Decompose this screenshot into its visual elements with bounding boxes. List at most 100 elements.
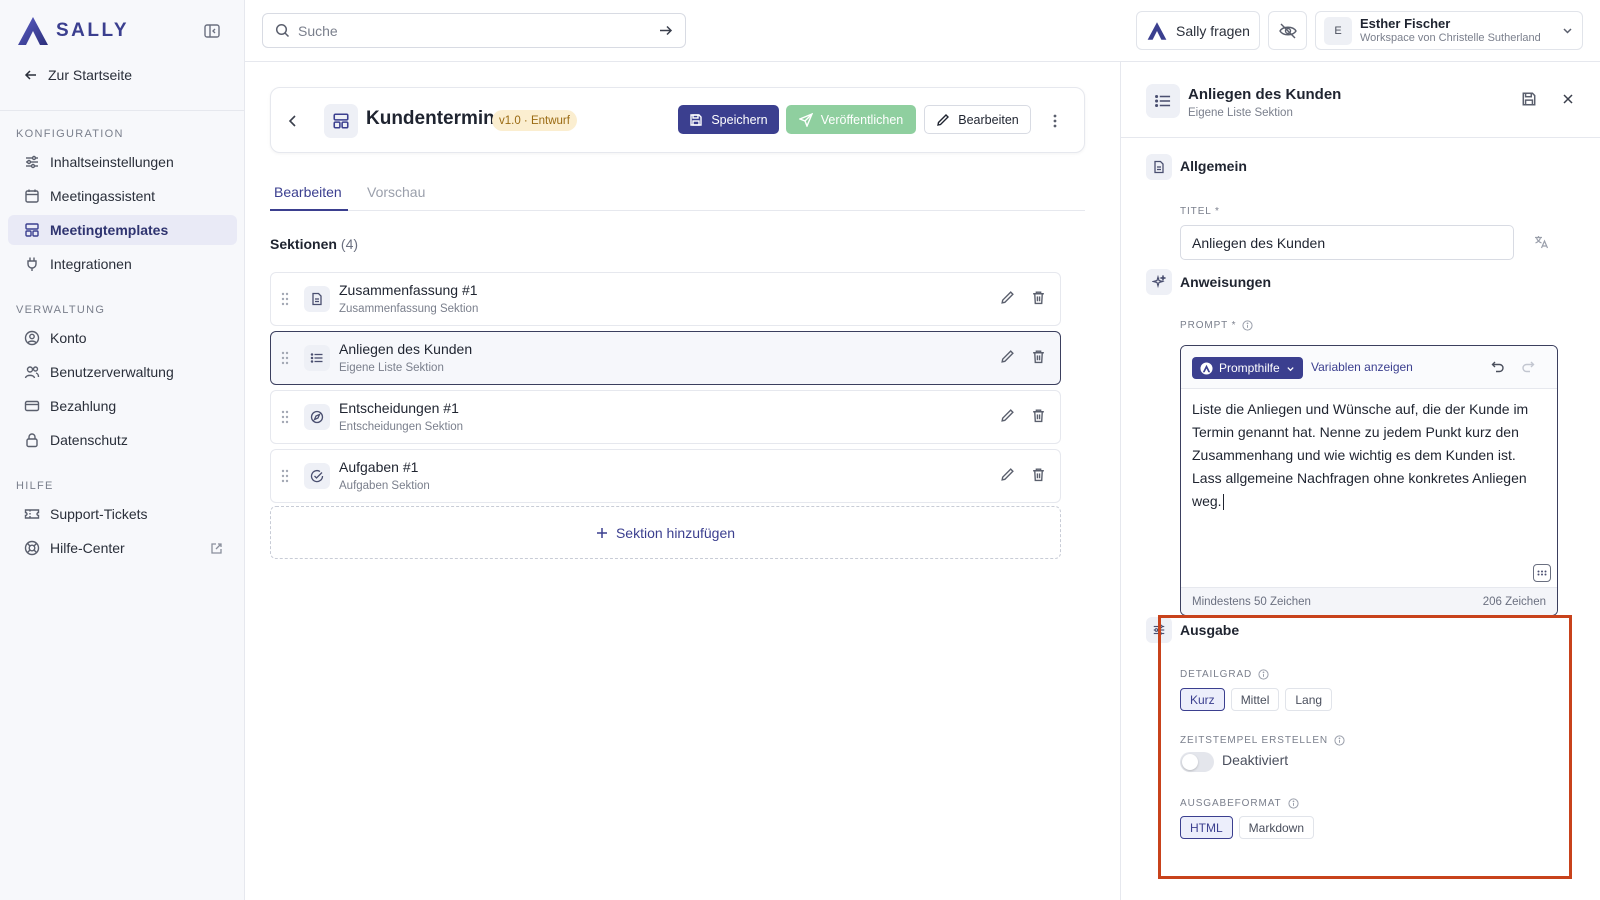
user-meta: Esther Fischer Workspace von Christelle … [1360,15,1541,45]
back-button[interactable] [281,109,305,133]
sidebar-item-label: Benutzerverwaltung [50,364,174,380]
prompthilfe-dropdown[interactable]: Prompthilfe [1192,357,1303,379]
editor-menu-button[interactable] [1533,564,1551,582]
sidebar-item-label: Meetingassistent [50,188,156,204]
add-section-button[interactable]: Sektion hinzufügen [270,506,1061,559]
tab-edit[interactable]: Bearbeiten [274,184,342,200]
more-options-button[interactable] [1043,109,1067,133]
sliders-icon [26,155,38,169]
close-icon[interactable] [1561,92,1575,106]
sparkle-icon [1146,269,1172,295]
drag-handle-icon[interactable] [280,350,290,366]
pencil-icon[interactable] [1000,349,1015,364]
save-button[interactable]: Speichern [678,105,779,134]
template-header: Kundentermin v1.0 · Entwurf Speichern Ve… [270,87,1085,153]
user-circle-icon [24,330,40,346]
more-vertical-icon [1053,114,1057,128]
prompt-footer: Mindestens 50 Zeichen 206 Zeichen [1181,587,1557,615]
pencil-icon[interactable] [1000,467,1015,482]
arrow-right-icon[interactable] [658,23,673,38]
publish-button[interactable]: Veröffentlichen [786,105,916,134]
page-title: Kundentermin [366,108,495,129]
send-icon [798,112,813,127]
sidebar-item-help-center[interactable]: Hilfe-Center [8,533,237,563]
sidebar-item-label: Integrationen [50,256,132,272]
sidebar-collapse-icon[interactable] [203,22,223,42]
avatar: E [1324,16,1352,45]
sidebar: SALLY Zur Startseite KONFIGURATION Inhal… [0,0,245,900]
info-icon[interactable] [1242,320,1254,331]
trash-icon[interactable] [1031,349,1046,364]
trash-icon[interactable] [1031,290,1046,305]
sidebar-item-integrations[interactable]: Integrationen [8,249,237,279]
sally-logo-icon [18,17,48,45]
section-subtitle: Zusammenfassung Sektion [339,303,479,315]
undo-icon[interactable] [1491,360,1505,374]
user-name: Esther Fischer [1360,15,1451,31]
search-input[interactable] [298,22,650,39]
plug-icon [27,257,37,271]
credit-card-icon [24,400,40,412]
users-icon [24,366,40,379]
sidebar-item-content-settings[interactable]: Inhaltseinstellungen [8,147,237,177]
tab-preview[interactable]: Vorschau [367,184,425,200]
show-variables-button[interactable]: Variablen anzeigen [1311,360,1413,374]
drag-handle-icon[interactable] [280,468,290,484]
title-field-label: TITEL * [1180,206,1220,217]
prompt-editor[interactable]: Prompthilfe Variablen anzeigen Liste die… [1180,345,1558,616]
search-box[interactable] [262,13,686,48]
sidebar-item-privacy[interactable]: Datenschutz [8,425,237,455]
sidebar-item-label: Hilfe-Center [50,540,125,556]
highlight-frame [1158,615,1572,879]
calendar-icon [25,189,39,203]
title-field[interactable] [1180,225,1514,260]
drag-handle-icon[interactable] [280,409,290,425]
lifebuoy-icon [24,540,40,556]
external-link-icon [211,542,222,554]
sidebar-item-label: Datenschutz [50,432,128,448]
sections-count: (4) [340,236,359,252]
section-row[interactable]: Zusammenfassung #1 Zusammenfassung Sekti… [270,272,1061,326]
hide-toggle-button[interactable] [1268,11,1307,50]
section-title: Anliegen des Kunden [339,341,473,357]
pencil-icon[interactable] [1000,290,1015,305]
sidebar-item-label: Support-Tickets [50,506,148,522]
sidebar-item-meeting-templates[interactable]: Meetingtemplates [8,215,237,245]
plus-icon [596,527,607,538]
floppy-icon[interactable] [1521,91,1537,107]
panel-divider [1121,137,1600,138]
prompthilfe-label: Prompthilfe [1219,361,1280,375]
check-circle-icon [304,463,330,489]
sidebar-group-label: KONFIGURATION [16,128,124,140]
back-to-home-label: Zur Startseite [48,67,133,83]
section-row[interactable]: Aufgaben #1 Aufgaben Sektion [270,449,1061,503]
brand-logo[interactable]: SALLY [16,14,129,48]
sidebar-item-user-management[interactable]: Benutzerverwaltung [8,357,237,387]
pencil-icon[interactable] [1000,408,1015,423]
translate-icon[interactable] [1533,234,1549,250]
trash-icon[interactable] [1031,408,1046,423]
sidebar-item-account[interactable]: Konto [8,323,237,353]
ask-sally-button[interactable]: Sally fragen [1136,11,1260,50]
section-row[interactable]: Entscheidungen #1 Entscheidungen Sektion [270,390,1061,444]
trash-icon[interactable] [1031,467,1046,482]
user-menu[interactable]: E Esther Fischer Workspace von Christell… [1315,11,1583,50]
general-heading: Allgemein [1180,158,1247,174]
search-icon [275,23,290,38]
lock-icon [26,433,38,448]
redo-icon[interactable] [1521,360,1535,374]
back-to-home-link[interactable]: Zur Startseite [24,67,132,83]
sidebar-item-label: Meetingtemplates [50,222,169,238]
sidebar-group-label: HILFE [16,480,54,492]
edit-button[interactable]: Bearbeiten [924,105,1031,134]
section-row-selected[interactable]: Anliegen des Kunden Eigene Liste Sektion [270,331,1061,385]
sidebar-item-support-tickets[interactable]: Support-Tickets [8,499,237,529]
chevron-down-icon [1563,28,1572,34]
document-icon [304,286,330,312]
section-title: Aufgaben #1 [339,459,419,475]
floppy-icon [690,113,703,126]
sidebar-item-billing[interactable]: Bezahlung [8,391,237,421]
prompt-textarea[interactable]: Liste die Anliegen und Wünsche auf, die … [1192,398,1542,513]
drag-handle-icon[interactable] [280,291,290,307]
sidebar-item-meeting-assistant[interactable]: Meetingassistent [8,181,237,211]
